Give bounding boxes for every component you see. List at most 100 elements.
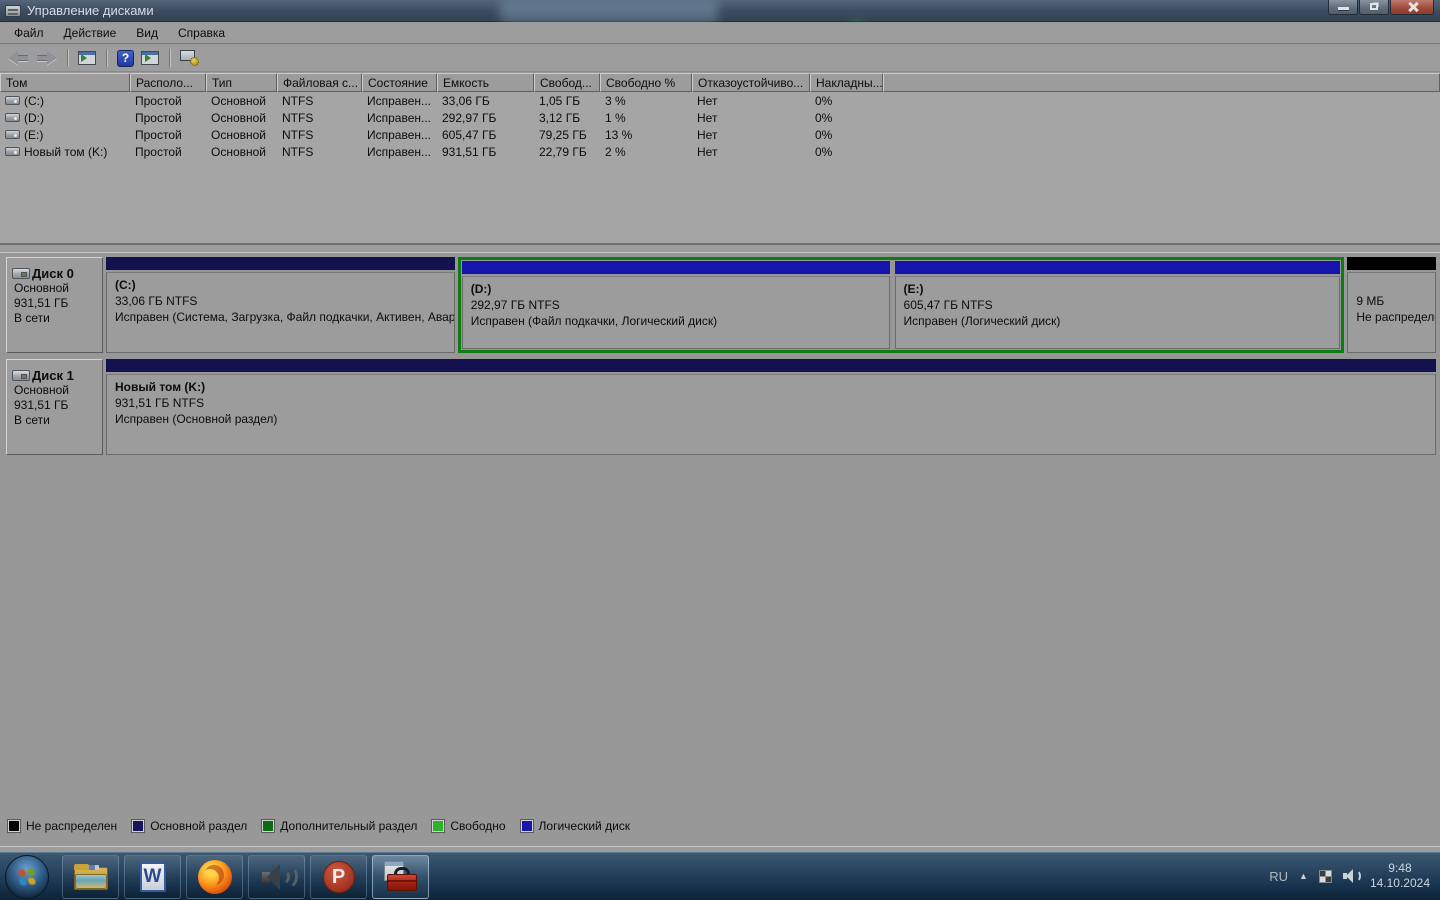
partition-status: Исправен (Система, Загрузка, Файл подкач…	[115, 310, 455, 324]
taskbar-app-explorer[interactable]	[62, 855, 119, 899]
volume-cell: Исправен...	[367, 144, 432, 159]
show-hidden-icons-icon[interactable]: ▲	[1299, 871, 1308, 881]
volume-name-cell: (D:)	[0, 111, 130, 125]
partition-body: (D:) 292,97 ГБ NTFS Исправен (Файл подкачк…	[461, 276, 890, 349]
restore-button[interactable]	[1359, 0, 1389, 15]
column-header[interactable]: Отказоустойчиво...	[692, 73, 810, 92]
forward-icon[interactable]	[36, 51, 57, 65]
extended-partition[interactable]: (D:) 292,97 ГБ NTFS Исправен (Файл подкачк…	[457, 257, 1345, 353]
action-pane-icon[interactable]	[141, 51, 159, 65]
volume-cell: Простой	[135, 93, 182, 108]
column-header[interactable]: Том	[0, 73, 130, 92]
taskbar-app-volume-mixer[interactable]	[248, 855, 305, 899]
volume-cell: Нет	[697, 110, 718, 125]
volume-icon[interactable]	[1342, 869, 1361, 883]
clock[interactable]: 9:48 14.10.2024	[1370, 861, 1438, 891]
help-icon[interactable]	[117, 49, 134, 67]
window-controls	[1327, 0, 1434, 15]
toolbar-separator	[169, 49, 170, 67]
volume-cell: Основной	[211, 110, 267, 125]
legend-label: Логический диск	[538, 819, 631, 833]
start-button[interactable]	[5, 855, 49, 899]
disk-type: Основной	[14, 383, 70, 397]
disk-name: Диск 1	[12, 368, 98, 383]
taskbar-app-toolbox[interactable]	[372, 855, 429, 899]
volume-name-cell: (E:)	[0, 128, 130, 142]
partition-body: 9 МБ Не распределен	[1347, 272, 1436, 353]
back-icon[interactable]	[8, 51, 29, 65]
volume-name: (D:)	[24, 110, 44, 125]
menu-file[interactable]: Файл	[4, 24, 54, 42]
partition-e[interactable]: (E:) 605,47 ГБ NTFS Исправен (Логический д…	[894, 261, 1341, 349]
disk-status: В сети	[14, 311, 50, 325]
panel-splitter[interactable]	[0, 243, 1440, 253]
volume-row[interactable]: (E:) Простой Основной NTFS Исправен... 605,47…	[0, 126, 1440, 143]
windows-flag-icon	[18, 868, 36, 886]
partition-size: 33,06 ГБ NTFS	[115, 294, 198, 308]
legend-label: Не распределен	[26, 819, 118, 833]
disk-label-panel[interactable]: Диск 1 Основной 931,51 ГБ В сети	[6, 359, 103, 455]
firefox-icon	[197, 860, 232, 894]
disk-graph-panel: Диск 0 Основной 931,51 ГБ В сети (C:) 33,06 Г…	[0, 253, 1440, 813]
volume-icon	[5, 96, 20, 105]
volume-name: (E:)	[24, 127, 44, 142]
volume-cell: Основной	[211, 144, 267, 159]
column-header[interactable]: Тип	[206, 73, 277, 92]
word-icon: W	[139, 862, 166, 892]
menu-action[interactable]: Действие	[54, 24, 127, 42]
partition-label	[1356, 277, 1435, 293]
volume-cell: Простой	[135, 127, 182, 142]
taskbar-app-word[interactable]: W	[124, 855, 181, 899]
toolbar-separator	[106, 49, 107, 67]
tray-app-icon[interactable]	[1318, 869, 1332, 883]
partition-unallocated[interactable]: 9 МБ Не распределен	[1347, 257, 1436, 353]
column-header[interactable]: Свобод...	[534, 73, 600, 92]
partition-c[interactable]: (C:) 33,06 ГБ NTFS Исправен (Система, Загр…	[106, 257, 455, 353]
volume-list-header: Том Располо... Тип Файловая с... Состояние Ем…	[0, 73, 1440, 92]
volume-cell: 2 %	[605, 144, 626, 159]
volume-cell: 0%	[815, 127, 833, 142]
volume-row[interactable]: Новый том (K:) Простой Основной NTFS Исправе…	[0, 143, 1440, 160]
partition-label: (D:)	[470, 282, 492, 296]
column-header[interactable]: Располо...	[130, 73, 206, 92]
disk-type: Основной	[14, 281, 70, 295]
console-tree-icon[interactable]	[78, 51, 96, 65]
toolbar-separator	[67, 49, 68, 67]
column-header[interactable]: Емкость	[437, 73, 534, 92]
column-header[interactable]: Состояние	[362, 73, 437, 92]
partition-size: 931,51 ГБ NTFS	[115, 396, 205, 410]
disk-size: 931,51 ГБ	[14, 296, 69, 310]
partition-label: (E:)	[903, 282, 924, 296]
partition-size: 292,97 ГБ NTFS	[470, 298, 560, 312]
partition-type-bar	[1347, 257, 1436, 270]
taskbar-app-firefox[interactable]	[186, 855, 243, 899]
column-header[interactable]: Файловая с...	[277, 73, 362, 92]
disk-name-text: Диск 1	[32, 368, 74, 383]
partition-status: Исправен (Логический диск)	[903, 314, 1061, 328]
desktop: Управление дисками Файл Действие Вид Справк…	[0, 0, 1440, 900]
taskbar-app-psiphon[interactable]: P	[310, 855, 367, 899]
volume-cell: 0%	[815, 110, 833, 125]
menu-help[interactable]: Справка	[168, 24, 235, 42]
restore-icon	[1370, 3, 1378, 10]
disk-label-panel[interactable]: Диск 0 Основной 931,51 ГБ В сети	[6, 257, 103, 353]
volume-row[interactable]: (D:) Простой Основной NTFS Исправен... 292,97…	[0, 109, 1440, 126]
disk-status: В сети	[14, 413, 50, 427]
manage-computer-icon[interactable]	[180, 50, 199, 66]
volume-icon	[5, 147, 20, 156]
volume-cell: NTFS	[282, 144, 314, 159]
close-button[interactable]	[1390, 0, 1434, 15]
partition-area: (C:) 33,06 ГБ NTFS Исправен (Система, Загр…	[106, 257, 1436, 353]
menu-view[interactable]: Вид	[126, 24, 168, 42]
volume-row[interactable]: (C:) Простой Основной NTFS Исправен... 33,06 …	[0, 92, 1440, 109]
minimize-button[interactable]	[1328, 0, 1358, 15]
explorer-icon	[73, 864, 108, 890]
volume-cell: NTFS	[282, 127, 314, 142]
partition-d[interactable]: (D:) 292,97 ГБ NTFS Исправен (Файл подкачк…	[461, 261, 890, 349]
column-header[interactable]: Свободно %	[600, 73, 692, 92]
language-indicator[interactable]: RU	[1269, 869, 1288, 884]
volume-cell: 292,97 ГБ	[442, 110, 497, 125]
partition-новыйтомk[interactable]: Новый том (K:) 931,51 ГБ NTFS Исправен (Ос…	[106, 359, 1436, 455]
column-header[interactable]: Накладны...	[810, 73, 883, 92]
legend-item: Логический диск	[520, 819, 631, 833]
